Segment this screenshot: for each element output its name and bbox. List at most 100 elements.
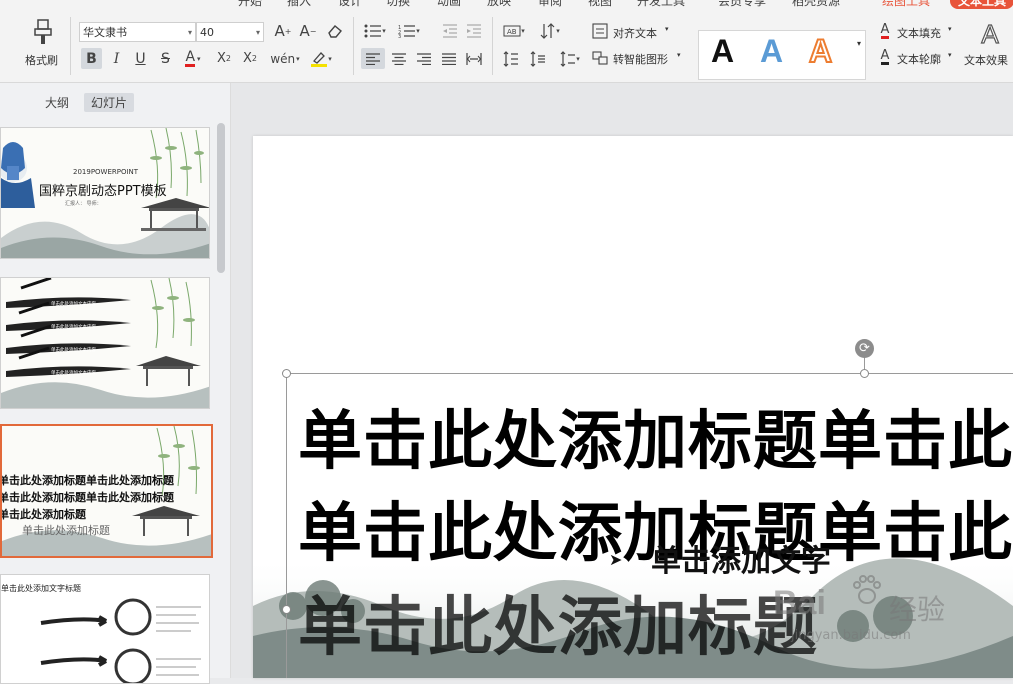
slide-2-item-1: 单击此处添加文本内容 [51, 302, 96, 307]
menu-tab[interactable]: 开发工具 [637, 0, 685, 9]
slide-3-line-2: 单击此处添加标题单击此处添加标题 [0, 491, 174, 504]
sort-icon[interactable]: ▾ [535, 21, 565, 41]
tab-text-tools[interactable]: 文本工具 [950, 0, 1013, 9]
text-outline-label[interactable]: 文本轮廓 [897, 51, 941, 67]
slide-title-line-1[interactable]: 单击此处添加标题单击此 [298, 390, 1013, 482]
text-effects-icon[interactable]: A [976, 18, 1004, 49]
distribute-icon[interactable] [463, 48, 485, 69]
bullets-icon[interactable]: ▾ [360, 21, 390, 41]
watermark-brand-cn: 经验 [889, 593, 946, 626]
smart-shape-icon[interactable] [592, 49, 608, 67]
slide-2-artwork [1, 278, 209, 408]
subscript-icon[interactable]: X2 [239, 48, 261, 69]
bullet-text[interactable]: 单击添加文字 [651, 536, 831, 580]
gallery-expand-icon[interactable]: ▾ [857, 39, 861, 48]
slide-thumbnail-4[interactable]: 单击此处添加文字标题 [0, 574, 210, 684]
spacing-options-icon[interactable]: ▾ [555, 48, 585, 69]
menu-tab[interactable]: 会员专享 [718, 0, 766, 9]
watermark-url: jingyan.baidu.com [791, 628, 911, 643]
phonetic-guide-icon[interactable]: wén ▾ [270, 48, 299, 69]
format-painter-icon[interactable] [30, 19, 56, 45]
align-center-icon[interactable] [388, 48, 410, 69]
tab-drawing-tools[interactable]: 绘图工具 [882, 0, 930, 9]
resize-handle[interactable] [860, 369, 869, 378]
wordart-black-style[interactable]: A [711, 33, 734, 70]
menu-tab[interactable]: 稻壳资源 [792, 0, 840, 9]
superscript-icon[interactable]: X2 [213, 48, 235, 69]
slide-thumbnail-1[interactable]: 2019POWERPOINT 国粹京剧动态PPT模板 汇报人： 导师： [0, 127, 210, 259]
text-fill-icon[interactable]: A [877, 22, 893, 40]
clear-format-icon[interactable] [325, 21, 345, 41]
slide-title-line-3[interactable]: 单击此处添加标题 [298, 576, 818, 668]
ribbon-toolbar: 格式刷 华文隶书 ▾ 40 ▾ A + A − B I U S A ▾ X2 X2 wén… [0, 11, 1013, 83]
format-painter-label[interactable]: 格式刷 [25, 52, 58, 68]
divider [70, 17, 71, 75]
paw-icon [849, 572, 885, 608]
text-direction-icon[interactable]: AB ▾ [499, 21, 529, 41]
rotate-icon[interactable]: ⟳ [855, 339, 874, 358]
svg-text:3: 3 [398, 34, 401, 38]
highlight-icon[interactable]: ▾ [307, 48, 335, 69]
resize-handle[interactable] [282, 369, 291, 378]
slide-3-line-3: 单击此处添加标题 [0, 508, 86, 521]
chevron-down-icon[interactable]: ▾ [948, 51, 952, 59]
wordart-gallery[interactable]: A A A [698, 30, 866, 80]
menu-tab[interactable]: 视图 [588, 0, 612, 9]
italic-icon[interactable]: I [106, 48, 127, 69]
menu-tab[interactable]: 设计 [338, 0, 362, 9]
tab-slides[interactable]: 幻灯片 [84, 93, 135, 112]
panel-scrollbar[interactable] [217, 123, 225, 273]
increase-indent-icon[interactable] [463, 21, 485, 41]
align-text-label[interactable]: 对齐文本 [613, 25, 657, 41]
underline-icon[interactable]: U [130, 48, 151, 69]
slide-1-title: 国粹京剧动态PPT模板 [39, 184, 167, 199]
grow-font-icon[interactable]: A + [273, 21, 293, 41]
paragraph-spacing-icon[interactable] [527, 48, 549, 69]
chevron-down-icon[interactable]: ▾ [677, 51, 681, 59]
menu-tab[interactable]: 放映 [487, 0, 511, 9]
justify-icon[interactable] [438, 48, 460, 69]
slide-1-year: 2019POWERPOINT [73, 168, 139, 176]
slide-thumbnail-3[interactable]: 单击此处添加标题单击此处添加标题 单击此处添加标题单击此处添加标题 单击此处添加… [0, 424, 213, 558]
resize-handle[interactable] [282, 605, 291, 614]
font-size-select[interactable]: 40 ▾ [196, 22, 264, 42]
slide-2-item-2: 单击此处添加文本内容 [51, 325, 96, 330]
slide-3-line-1: 单击此处添加标题单击此处添加标题 [0, 474, 174, 487]
slide-1-reporter: 汇报人： 导师： [65, 201, 102, 207]
font-color-icon[interactable]: A ▾ [180, 48, 206, 69]
slide-4-title: 单击此处添加文字标题 [1, 584, 81, 593]
slide-editor[interactable]: ⟳ 单击此处添加标题单击此 单击此处添加标题单击此 单击此处添加标题 ➤ 单击添… [253, 136, 1013, 678]
align-left-icon[interactable] [361, 48, 385, 69]
wordart-blue-style[interactable]: A [760, 33, 783, 70]
shrink-font-icon[interactable]: A − [298, 21, 318, 41]
menu-tab[interactable]: 插入 [287, 0, 311, 9]
svg-text:AB: AB [507, 28, 517, 36]
wordart-orange-outline-style[interactable]: A [808, 32, 833, 70]
divider [353, 17, 354, 75]
divider [492, 17, 493, 75]
slide-2-item-4: 单击此处添加文本内容 [51, 371, 96, 376]
font-name-select[interactable]: 华文隶书 ▾ [79, 22, 196, 42]
text-effects-label[interactable]: 文本效果 [964, 52, 1008, 68]
slide-2-item-3: 单击此处添加文本内容 [51, 348, 96, 353]
chevron-down-icon[interactable]: ▾ [948, 25, 952, 33]
strikethrough-icon[interactable]: S [155, 48, 176, 69]
menu-tab[interactable]: 动画 [437, 0, 461, 9]
slide-3-line-4: 单击此处添加标题 [22, 524, 110, 537]
align-right-icon[interactable] [413, 48, 435, 69]
watermark-brand: Bai [773, 584, 826, 622]
align-text-icon[interactable] [592, 22, 608, 40]
numbering-icon[interactable]: 1 2 3 ▾ [394, 21, 424, 41]
text-fill-label[interactable]: 文本填充 [897, 25, 941, 41]
menu-tab[interactable]: 开始 [238, 0, 262, 9]
decrease-indent-icon[interactable] [439, 21, 461, 41]
menu-tab[interactable]: 审阅 [538, 0, 562, 9]
chevron-down-icon[interactable]: ▾ [665, 25, 669, 33]
line-spacing-icon[interactable] [500, 48, 522, 69]
bold-icon[interactable]: B [81, 48, 102, 69]
smart-shape-label[interactable]: 转智能图形 [613, 51, 668, 67]
tab-outline[interactable]: 大纲 [38, 93, 76, 112]
menu-tab[interactable]: 切换 [386, 0, 410, 9]
text-outline-icon[interactable]: A [877, 48, 893, 66]
slide-thumbnail-2[interactable]: 单击此处添加文本内容 单击此处添加文本内容 单击此处添加文本内容 单击此处添加文… [0, 277, 210, 409]
